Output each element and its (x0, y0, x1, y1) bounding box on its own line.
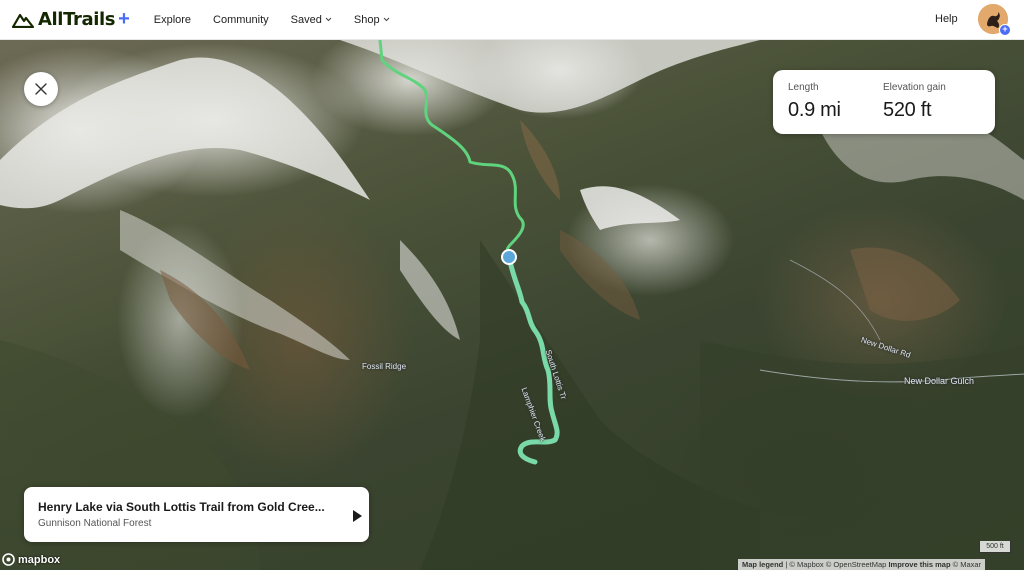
nav-community-label: Community (213, 13, 269, 26)
close-icon (35, 83, 47, 95)
improve-map-link[interactable]: Improve this map (888, 560, 950, 569)
chevron-down-icon (383, 17, 389, 22)
top-nav: AllTrails + Explore Community Saved Shop… (0, 0, 1024, 40)
mapbox-icon (2, 553, 15, 566)
nav-saved[interactable]: Saved (291, 14, 332, 26)
length-label: Length (788, 82, 819, 93)
trail-info-card[interactable]: Henry Lake via South Lottis Trail from G… (24, 487, 369, 542)
nav-explore-label: Explore (153, 13, 192, 26)
mapbox-logo[interactable]: mapbox (2, 553, 60, 566)
attrib-maxar[interactable]: © Maxar (953, 560, 981, 569)
map-legend-link[interactable]: Map legend (742, 560, 783, 569)
user-avatar[interactable]: + (978, 4, 1011, 36)
nav-shop-label: Shop (353, 13, 380, 26)
alltrails-logo[interactable]: AllTrails + (12, 8, 130, 31)
plus-badge-icon: + (999, 24, 1011, 36)
map-label-ridge: Fossil Ridge (362, 362, 407, 371)
trail-name: Henry Lake via South Lottis Trail from G… (38, 500, 325, 514)
elevation-label: Elevation gain (883, 82, 946, 93)
nav-menu: Explore Community Saved Shop (154, 14, 390, 26)
mapbox-text: mapbox (18, 553, 61, 566)
chevron-down-icon (325, 17, 332, 22)
length-value: 0.9 mi (788, 99, 841, 121)
location-marker-icon[interactable] (500, 248, 518, 266)
nav-saved-label: Saved (290, 13, 322, 26)
elevation-value: 520 ft (883, 99, 932, 121)
nav-shop[interactable]: Shop (354, 14, 390, 26)
map-scale: 500 ft (979, 541, 1011, 553)
map-label-gulch: New Dollar Gulch (904, 376, 975, 386)
close-button[interactable] (24, 72, 58, 106)
brand-plus: + (118, 8, 130, 30)
attrib-osm[interactable]: © OpenStreetMap (826, 560, 887, 569)
map-attribution: Map legend | © Mapbox © OpenStreetMap Im… (738, 559, 986, 570)
brand-name: AllTrails (38, 9, 116, 30)
nav-help[interactable]: Help (935, 13, 958, 25)
length-stat: Length 0.9 mi (788, 82, 841, 122)
play-icon[interactable] (350, 509, 364, 523)
trail-stats-card: Length 0.9 mi Elevation gain 520 ft (773, 70, 995, 134)
alltrails-mountain-icon (12, 13, 34, 28)
nav-community[interactable]: Community (213, 14, 269, 26)
trail-area: Gunnison National Forest (38, 518, 152, 529)
attrib-mapbox[interactable]: © Mapbox (789, 560, 823, 569)
elevation-stat: Elevation gain 520 ft (883, 82, 946, 122)
nav-explore[interactable]: Explore (154, 14, 191, 26)
